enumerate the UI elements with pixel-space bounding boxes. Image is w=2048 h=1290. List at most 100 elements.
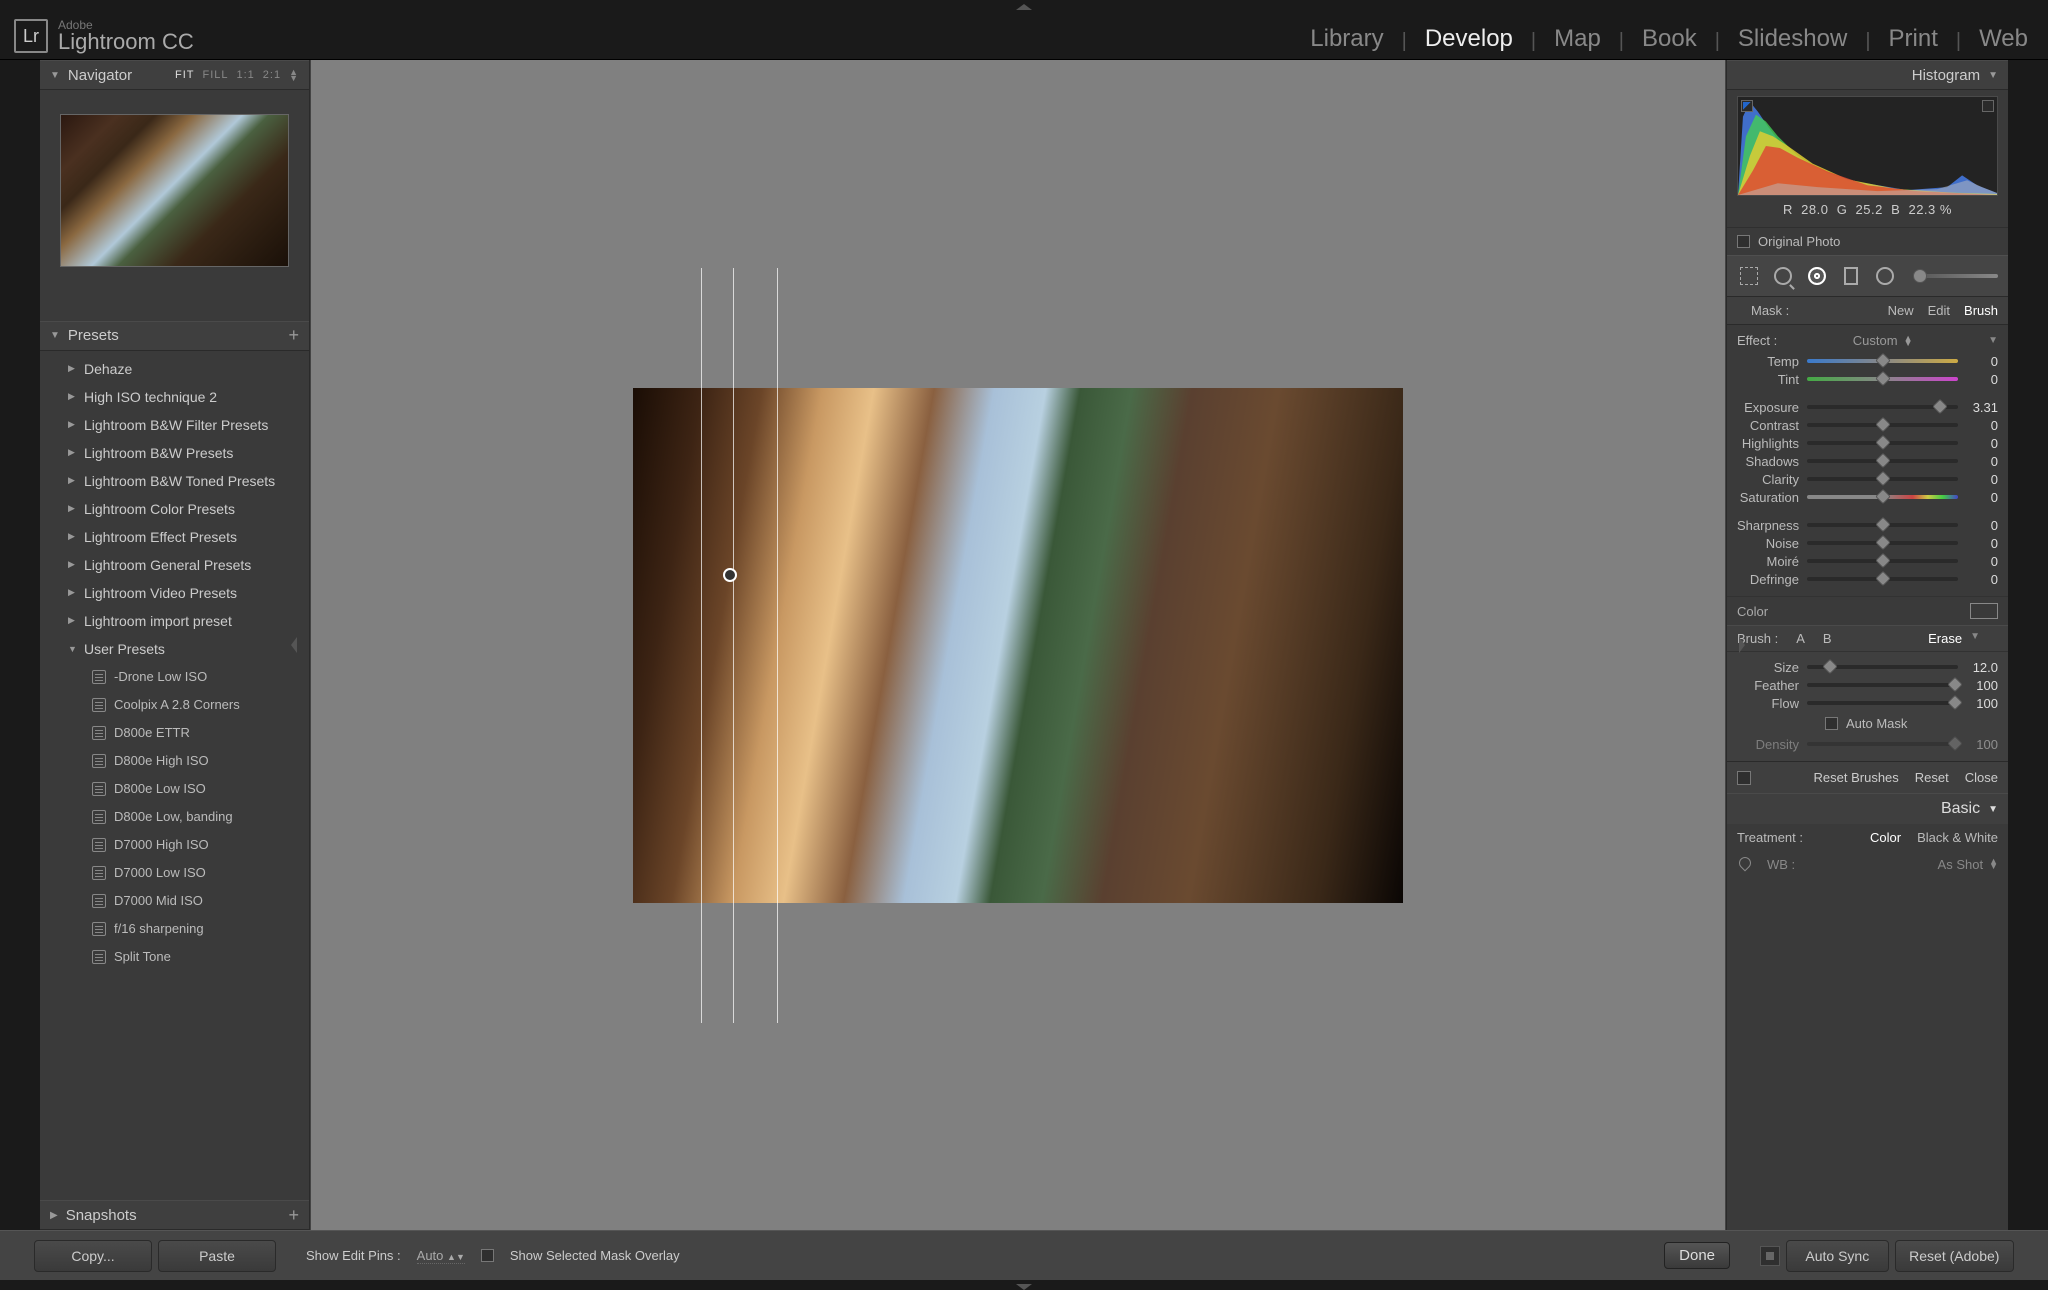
zoom-fill[interactable]: FILL: [202, 69, 228, 81]
treatment-bw[interactable]: Black & White: [1917, 830, 1998, 845]
copy-button[interactable]: Copy...: [34, 1240, 152, 1272]
slider-tint[interactable]: Tint0: [1737, 370, 1998, 388]
brush-b[interactable]: B: [1823, 631, 1832, 646]
slider-defringe[interactable]: Defringe0: [1737, 570, 1998, 588]
redeye-tool-icon[interactable]: [1805, 264, 1829, 288]
preset-item[interactable]: D800e Low ISO: [40, 775, 309, 803]
slider-temp[interactable]: Temp0: [1737, 352, 1998, 370]
preset-item[interactable]: Coolpix A 2.8 Corners: [40, 691, 309, 719]
slider-size[interactable]: Size12.0: [1737, 658, 1998, 676]
preset-folder[interactable]: ▶High ISO technique 2: [40, 383, 309, 411]
wb-value[interactable]: As Shot: [1938, 857, 1984, 872]
navigator-thumbnail[interactable]: [60, 114, 289, 267]
module-library[interactable]: Library: [1310, 25, 1383, 53]
disclosure-icon[interactable]: ▼: [1970, 631, 1980, 646]
brush-pin[interactable]: [723, 568, 737, 582]
nav-zoom-ratios[interactable]: FIT FILL 1:1 2:1 ▲▼: [175, 69, 299, 81]
close-button[interactable]: Close: [1965, 770, 1998, 785]
zoom-2-1[interactable]: 2:1: [263, 69, 281, 81]
module-print[interactable]: Print: [1889, 25, 1938, 53]
preset-item[interactable]: D800e ETTR: [40, 719, 309, 747]
color-picker-row[interactable]: Color: [1727, 596, 2008, 625]
brush-erase[interactable]: Erase: [1928, 631, 1962, 646]
preset-item[interactable]: D7000 High ISO: [40, 831, 309, 859]
radial-tool-icon[interactable]: [1873, 264, 1897, 288]
preset-item[interactable]: D800e High ISO: [40, 747, 309, 775]
histogram-header[interactable]: Histogram ▼: [1727, 60, 2008, 90]
add-preset-icon[interactable]: +: [288, 325, 299, 346]
slider-shadows[interactable]: Shadows0: [1737, 452, 1998, 470]
preset-folder[interactable]: ▶Lightroom Color Presets: [40, 495, 309, 523]
module-slideshow[interactable]: Slideshow: [1738, 25, 1847, 53]
module-web[interactable]: Web: [1979, 25, 2028, 53]
mask-overlay-label[interactable]: Show Selected Mask Overlay: [510, 1248, 680, 1263]
slider-sharpness[interactable]: Sharpness0: [1737, 516, 1998, 534]
slider-noise[interactable]: Noise0: [1737, 534, 1998, 552]
navigator-header[interactable]: ▼ Navigator FIT FILL 1:1 2:1 ▲▼: [40, 60, 309, 90]
checkbox-icon[interactable]: [481, 1249, 494, 1262]
preset-folder[interactable]: ▶Lightroom Effect Presets: [40, 523, 309, 551]
effect-row[interactable]: Effect : Custom▲▼ ▼: [1737, 329, 1998, 352]
shadow-clip-icon[interactable]: [1741, 100, 1753, 112]
edit-pins-dropdown[interactable]: Auto ▲▼: [417, 1248, 465, 1264]
mask-new[interactable]: New: [1888, 303, 1914, 318]
reset-brushes-button[interactable]: Reset Brushes: [1814, 770, 1899, 785]
graduated-tool-icon[interactable]: [1839, 264, 1863, 288]
automask-checkbox[interactable]: Auto Mask: [1737, 712, 1998, 735]
preset-item[interactable]: f/16 sharpening: [40, 915, 309, 943]
slider-feather[interactable]: Feather100: [1737, 676, 1998, 694]
photo[interactable]: [633, 388, 1403, 903]
highlight-clip-icon[interactable]: [1982, 100, 1994, 112]
preset-folder[interactable]: ▶Dehaze: [40, 355, 309, 383]
histogram[interactable]: [1737, 96, 1998, 196]
snapshots-header[interactable]: ▶ Snapshots +: [40, 1200, 309, 1230]
mask-brush[interactable]: Brush: [1964, 303, 1998, 318]
slider-contrast[interactable]: Contrast0: [1737, 416, 1998, 434]
crop-tool-icon[interactable]: [1737, 264, 1761, 288]
preset-folder-user[interactable]: ▼User Presets: [40, 635, 309, 663]
preset-folder[interactable]: ▶Lightroom import preset: [40, 607, 309, 635]
preset-folder[interactable]: ▶Lightroom B&W Toned Presets: [40, 467, 309, 495]
module-map[interactable]: Map: [1554, 25, 1601, 53]
reset-adobe-button[interactable]: Reset (Adobe): [1895, 1240, 2014, 1272]
slider-highlights[interactable]: Highlights0: [1737, 434, 1998, 452]
spot-tool-icon[interactable]: [1771, 264, 1795, 288]
zoom-fit[interactable]: FIT: [175, 69, 195, 81]
reset-button[interactable]: Reset: [1915, 770, 1949, 785]
module-develop[interactable]: Develop: [1425, 25, 1513, 53]
slider-clarity[interactable]: Clarity0: [1737, 470, 1998, 488]
preset-folder[interactable]: ▶Lightroom Video Presets: [40, 579, 309, 607]
paste-button[interactable]: Paste: [158, 1240, 276, 1272]
done-button[interactable]: Done: [1664, 1242, 1730, 1269]
presets-header[interactable]: ▼ Presets +: [40, 321, 309, 351]
collapse-right-icon[interactable]: [1739, 637, 1745, 653]
preset-folder[interactable]: ▶Lightroom General Presets: [40, 551, 309, 579]
preset-item[interactable]: -Drone Low ISO: [40, 663, 309, 691]
slider-flow[interactable]: Flow100: [1737, 694, 1998, 712]
eyedropper-icon[interactable]: [1737, 855, 1755, 873]
brush-tool-icon[interactable]: [1913, 274, 1998, 278]
brush-a[interactable]: A: [1796, 631, 1805, 646]
effect-value[interactable]: Custom: [1853, 333, 1898, 348]
collapse-left-icon[interactable]: [291, 637, 297, 653]
add-snapshot-icon[interactable]: +: [288, 1205, 299, 1226]
preset-item[interactable]: D800e Low, banding: [40, 803, 309, 831]
preset-folder[interactable]: ▶Lightroom B&W Filter Presets: [40, 411, 309, 439]
slider-saturation[interactable]: Saturation0: [1737, 488, 1998, 506]
canvas[interactable]: [310, 60, 1726, 1230]
basic-header[interactable]: Basic ▼: [1727, 793, 2008, 824]
original-photo-checkbox[interactable]: Original Photo: [1727, 227, 2008, 255]
mask-edit[interactable]: Edit: [1928, 303, 1950, 318]
panel-switch-icon[interactable]: [1737, 771, 1751, 785]
autosync-button[interactable]: Auto Sync: [1786, 1240, 1889, 1272]
module-book[interactable]: Book: [1642, 25, 1697, 53]
preset-item[interactable]: D7000 Mid ISO: [40, 887, 309, 915]
zoom-1-1[interactable]: 1:1: [236, 69, 254, 81]
preset-item[interactable]: Split Tone: [40, 943, 309, 971]
preset-item[interactable]: D7000 Low ISO: [40, 859, 309, 887]
zoom-stepper-icon[interactable]: ▲▼: [289, 69, 299, 81]
slider-exposure[interactable]: Exposure3.31: [1737, 398, 1998, 416]
sync-switch-icon[interactable]: [1760, 1246, 1780, 1266]
color-swatch-icon[interactable]: [1970, 603, 1998, 619]
slider-moire[interactable]: Moiré0: [1737, 552, 1998, 570]
